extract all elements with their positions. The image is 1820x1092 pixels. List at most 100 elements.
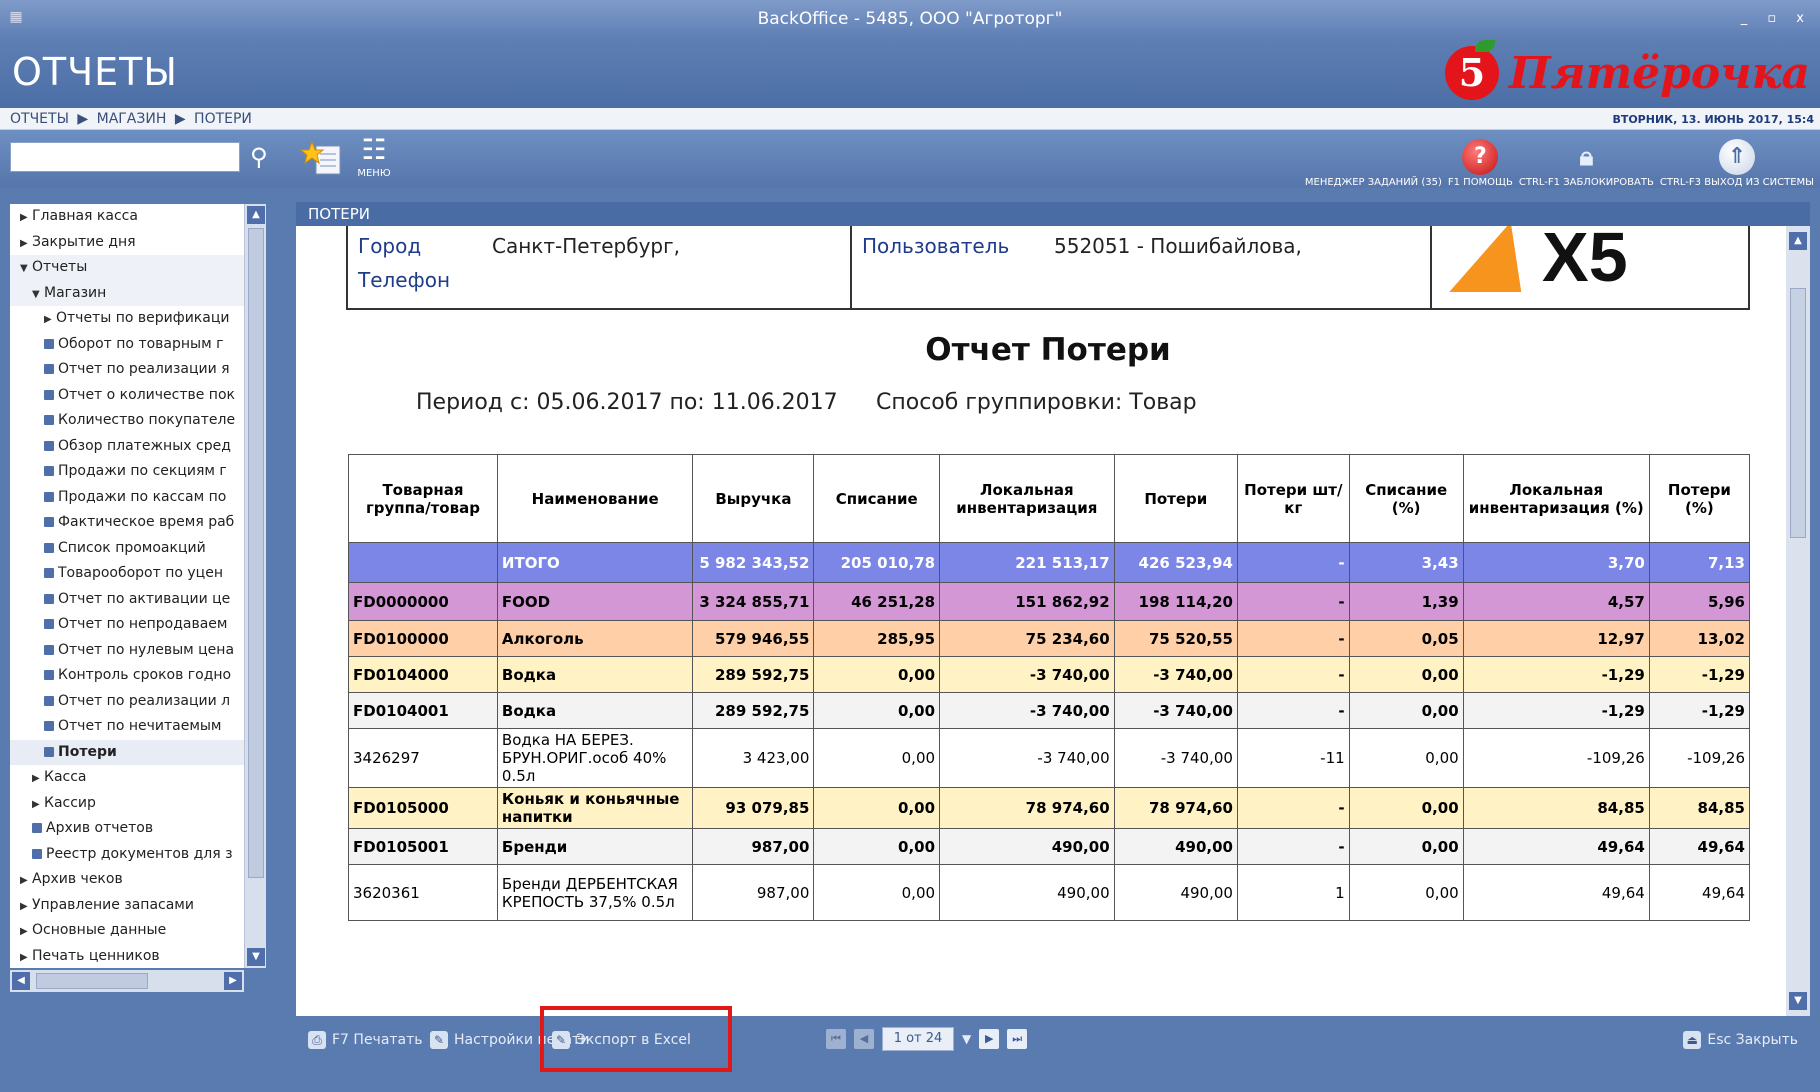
report-doc-icon[interactable] [44, 568, 54, 578]
collapse-arrow-icon[interactable]: ▶ [32, 792, 44, 817]
table-cell: 93 079,85 [692, 787, 815, 829]
page-dropdown-icon[interactable]: ▼ [962, 1032, 971, 1046]
tree-item[interactable]: Отчет по реализации л [10, 689, 244, 715]
current-datetime: ВТОРНИК, 13. ИЮНЬ 2017, 15:4 [1612, 113, 1814, 126]
report-doc-icon[interactable] [44, 670, 54, 680]
print-button[interactable]: ⎙ F7 Печатать [308, 1030, 423, 1050]
close-button[interactable]: ⏏ Esc Закрыть [1683, 1030, 1798, 1050]
report-doc-icon[interactable] [44, 440, 54, 451]
report-doc-icon[interactable] [32, 848, 42, 859]
tree-item[interactable]: Контроль сроков годно [10, 663, 244, 689]
scroll-up-icon[interactable]: ▲ [247, 206, 265, 224]
tree-item[interactable]: ▶ Управление запасами [10, 893, 244, 919]
tree-item[interactable]: Обзор платежных сред [10, 434, 244, 460]
report-doc-icon[interactable] [44, 695, 54, 706]
table-cell: FD0105001 [348, 828, 498, 865]
scroll-up-icon[interactable]: ▲ [1789, 232, 1807, 250]
help-button[interactable]: ? F1 ПОМОЩЬ [1448, 139, 1513, 188]
report-doc-icon[interactable] [32, 823, 42, 833]
tree-item-label: Архив отчетов [46, 820, 154, 836]
tree-item[interactable]: ▶ Печать ценников [10, 944, 244, 969]
prev-page-icon[interactable]: ◀ [854, 1029, 874, 1049]
tree-item[interactable]: ▶ Архив чеков [10, 867, 244, 893]
breadcrumb-item-reports[interactable]: ОТЧЕТЫ [10, 111, 69, 127]
scroll-thumb[interactable] [1790, 288, 1806, 538]
table-cell: - [1236, 656, 1350, 693]
favorites-icon[interactable] [299, 136, 344, 178]
tree-item[interactable]: Отчет по нечитаемым [10, 714, 244, 740]
table-cell: 3620361 [348, 864, 498, 921]
tree-item[interactable]: Оборот по товарным г [10, 332, 244, 358]
report-doc-icon[interactable] [44, 746, 54, 757]
last-page-icon[interactable]: ⏭ [1007, 1029, 1028, 1049]
report-doc-icon[interactable] [44, 517, 54, 527]
report-doc-icon[interactable] [44, 466, 54, 476]
page-indicator[interactable]: 1 от 24 [882, 1027, 954, 1051]
collapse-arrow-icon[interactable]: ▶ [20, 868, 32, 893]
tree-item[interactable]: ▼ Магазин [10, 280, 244, 307]
report-doc-icon[interactable] [44, 721, 54, 731]
scroll-down-icon[interactable]: ▼ [247, 948, 265, 966]
search-input[interactable] [10, 142, 240, 172]
tree-item[interactable]: Реестр документов для з [10, 842, 244, 868]
tree-vertical-scrollbar[interactable]: ▲ ▼ [244, 204, 266, 968]
collapse-arrow-icon[interactable]: ▶ [20, 205, 32, 230]
table-cell: 221 513,17 [939, 542, 1115, 583]
tree-item[interactable]: Архив отчетов [10, 816, 244, 842]
tree-item[interactable]: Отчет по реализации я [10, 357, 244, 383]
collapse-arrow-icon[interactable]: ▶ [44, 307, 56, 332]
report-doc-icon[interactable] [44, 619, 54, 629]
report-doc-icon[interactable] [44, 364, 54, 374]
tree-item[interactable]: Продажи по секциям г [10, 459, 244, 485]
tree-item[interactable]: Отчет по активации це [10, 587, 244, 613]
report-doc-icon[interactable] [44, 593, 54, 604]
report-vertical-scrollbar[interactable]: ▲ ▼ [1786, 226, 1810, 1016]
collapse-arrow-icon[interactable]: ▶ [20, 919, 32, 944]
tree-item[interactable]: Отчет по непродаваем [10, 612, 244, 638]
tree-item[interactable]: Отчет по нулевым цена [10, 638, 244, 664]
report-doc-icon[interactable] [44, 644, 54, 655]
collapse-arrow-icon[interactable]: ▶ [32, 766, 44, 791]
task-manager-button[interactable]: МЕНЕДЖЕР ЗАДАНИЙ (35) [1305, 177, 1442, 188]
scroll-right-icon[interactable]: ▶ [224, 972, 242, 990]
expand-arrow-icon[interactable]: ▼ [32, 282, 44, 307]
tree-item[interactable]: Продажи по кассам по [10, 485, 244, 511]
tree-item[interactable]: Потери [10, 739, 244, 765]
collapse-arrow-icon[interactable]: ▶ [20, 945, 32, 969]
tree-item[interactable]: ▶ Отчеты по верификаци [10, 306, 244, 332]
tree-item[interactable]: ▶ Касса [10, 765, 244, 791]
lock-button[interactable]: 🔒︎ CTRL-F1 ЗАБЛОКИРОВАТЬ [1519, 139, 1654, 188]
tree-item[interactable]: Фактическое время раб [10, 510, 244, 536]
next-page-icon[interactable]: ▶ [979, 1029, 1000, 1049]
tree-horizontal-scrollbar[interactable]: ◀ ▶ [10, 970, 244, 992]
first-page-icon[interactable]: ⏮ [826, 1029, 846, 1049]
collapse-arrow-icon[interactable]: ▶ [20, 231, 32, 256]
tree-item[interactable]: ▶ Главная касса [10, 204, 244, 230]
tree-item[interactable]: Отчет о количестве пок [10, 383, 244, 409]
report-doc-icon[interactable] [44, 415, 54, 425]
expand-arrow-icon[interactable]: ▼ [20, 256, 32, 281]
scroll-thumb[interactable] [248, 228, 264, 878]
report-doc-icon[interactable] [44, 338, 54, 349]
tree-item[interactable]: Список промоакций [10, 536, 244, 562]
scroll-left-icon[interactable]: ◀ [12, 972, 30, 990]
table-cell: - [1236, 582, 1350, 621]
search-icon[interactable]: ⚲ [250, 142, 278, 172]
menu-button[interactable]: ☷ МЕНЮ [352, 132, 396, 186]
tree-item[interactable]: ▼ Отчеты [10, 255, 244, 281]
report-doc-icon[interactable] [44, 491, 54, 502]
tree-item[interactable]: ▶ Закрытие дня [10, 230, 244, 256]
table-cell: 987,00 [692, 864, 815, 921]
scroll-down-icon[interactable]: ▼ [1789, 992, 1807, 1010]
tree-item[interactable]: Количество покупателе [10, 408, 244, 434]
window-controls[interactable]: _ ▫ x [1741, 0, 1812, 38]
report-doc-icon[interactable] [44, 542, 54, 553]
tree-item[interactable]: Товарооборот по уцен [10, 561, 244, 587]
tree-item[interactable]: ▶ Основные данные [10, 918, 244, 944]
breadcrumb-item-store[interactable]: МАГАЗИН [97, 111, 167, 127]
scroll-thumb[interactable] [36, 973, 148, 989]
report-doc-icon[interactable] [44, 389, 54, 400]
collapse-arrow-icon[interactable]: ▶ [20, 894, 32, 919]
exit-button[interactable]: ⇑ CTRL-F3 ВЫХОД ИЗ СИСТЕМЫ [1660, 139, 1814, 188]
tree-item[interactable]: ▶ Кассир [10, 791, 244, 817]
